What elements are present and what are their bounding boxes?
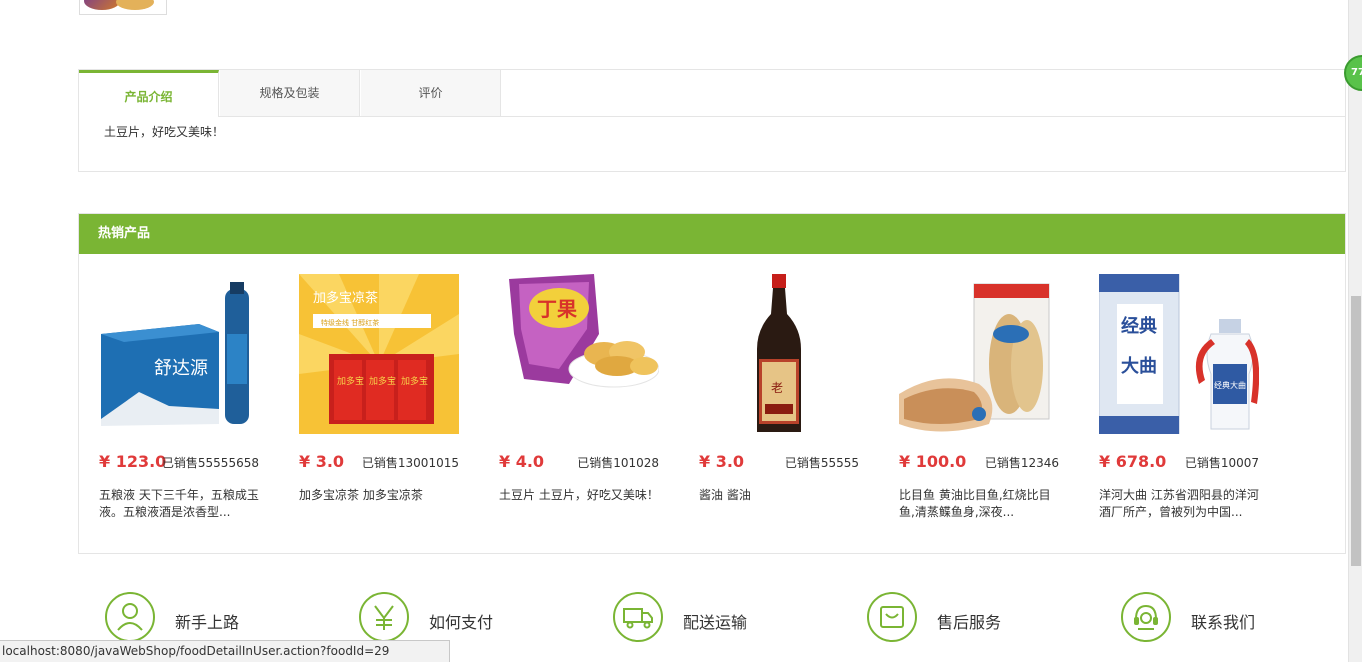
svg-text:老: 老 [771,381,783,395]
product-description[interactable]: 酱油 酱油 [699,487,859,504]
user-icon [105,592,155,642]
vertical-scrollbar[interactable] [1348,0,1362,662]
product-thumbnail[interactable] [79,0,167,15]
tab-content-text: 土豆片，好吃又美味！ [104,125,225,139]
floating-badge[interactable]: 77 [1344,55,1362,91]
product-price-row: ¥ 678.0 已销售10007 [1099,452,1259,472]
product-card[interactable]: 舒达源 ¥ 123.0 已销售55555658 五粮液 天下三千年，五粮成玉液。… [99,274,259,519]
product-price: ¥ 3.0 [699,452,745,471]
product-price: ¥ 3.0 [299,452,345,471]
tab-specs-packaging[interactable]: 规格及包装 [220,70,360,116]
svg-text:加多宝: 加多宝 [369,375,396,387]
product-detail-tabs: 产品介绍 规格及包装 评价 土豆片，好吃又美味！ [78,69,1346,172]
service-bag-icon [867,592,917,642]
headset-icon [1121,592,1171,642]
product-sold-count: 已销售10007 [1184,456,1259,470]
jdb-image-banner: 特级金线 甘醇红茶 [321,318,379,327]
hot-products-panel: 热销产品 舒达源 ¥ 123.0 已销售55555658 五粮液 天下三千年，五… [78,213,1346,554]
product-price: ¥ 100.0 [899,452,967,471]
tab-bar: 产品介绍 规格及包装 评价 [79,70,1345,117]
jdb-image-title: 加多宝凉茶 [313,290,378,306]
product-description[interactable]: 加多宝凉茶 加多宝凉茶 [299,487,459,504]
browser-status-url: localhost:8080/javaWebShop/foodDetailInU… [0,640,450,662]
product-sold-count: 已销售55555 [784,456,859,470]
svg-text:加多宝: 加多宝 [401,375,428,387]
product-card[interactable]: 加多宝凉茶 特级金线 甘醇红茶 加多宝 加多宝 加多宝 ¥ 3.0 已销售130… [299,274,459,502]
product-image[interactable]: 舒达源 [99,274,259,434]
hot-products-title: 热销产品 [79,214,1345,254]
service-label: 新手上路 [175,613,240,632]
product-image[interactable] [899,274,1059,434]
product-image[interactable]: 加多宝凉茶 特级金线 甘醇红茶 加多宝 加多宝 加多宝 [299,274,459,434]
truck-icon [613,592,663,642]
product-description[interactable]: 五粮液 天下三千年，五粮成玉液。五粮液酒是浓香型... [99,487,259,521]
product-sold-count: 已销售13001015 [361,456,459,470]
product-image[interactable]: 老 [699,274,859,434]
product-card[interactable]: 丁果 ¥ 4.0 已销售101028 土豆片 土豆片，好吃又美味！ [499,274,659,502]
product-description[interactable]: 土豆片 土豆片，好吃又美味！ [499,487,659,504]
product-price-row: ¥ 3.0 已销售55555 [699,452,859,472]
product-card[interactable]: 经典 大曲 经典大曲 ¥ 678.0 已销售10007 洋河大曲 江苏省泗阳县的… [1099,274,1259,519]
product-image[interactable]: 经典 大曲 经典大曲 [1099,274,1259,434]
product-sold-count: 已销售55555658 [161,456,259,470]
product-price: ¥ 123.0 [99,452,167,471]
product-description[interactable]: 洋河大曲 江苏省泗阳县的洋河酒厂所产，曾被列为中国... [1099,487,1259,521]
svg-text:舒达源: 舒达源 [154,358,208,379]
product-price: ¥ 4.0 [499,452,545,471]
svg-text:大曲: 大曲 [1121,355,1157,377]
product-price-row: ¥ 3.0 已销售13001015 [299,452,459,472]
tab-product-intro[interactable]: 产品介绍 [79,70,219,117]
scrollbar-thumb[interactable] [1351,296,1361,566]
thumbnail-chips-shape [116,0,154,10]
chips-brand-text: 丁果 [537,297,577,321]
thumbnail-bag-shape [84,0,120,10]
product-price: ¥ 678.0 [1099,452,1167,471]
product-price-row: ¥ 123.0 已销售55555658 [99,452,259,472]
service-label: 联系我们 [1191,613,1256,632]
product-sold-count: 已销售12346 [984,456,1059,470]
baijiu-bottle-label: 经典大曲 [1214,380,1246,390]
product-card[interactable]: 老 ¥ 3.0 已销售55555 酱油 酱油 [699,274,859,502]
svg-text:加多宝: 加多宝 [337,375,364,387]
service-label: 售后服务 [937,613,1002,632]
product-description[interactable]: 比目鱼 黄油比目鱼,红烧比目鱼,清蒸鲽鱼身,深夜... [899,487,1059,521]
svg-text:经典: 经典 [1121,315,1157,337]
service-label: 配送运输 [683,613,748,632]
yuan-icon [359,592,409,642]
service-label: 如何支付 [429,613,494,632]
product-image[interactable]: 丁果 [499,274,659,434]
product-price-row: ¥ 4.0 已销售101028 [499,452,659,472]
product-sold-count: 已销售101028 [577,456,659,470]
tab-reviews[interactable]: 评价 [361,70,501,116]
product-price-row: ¥ 100.0 已销售12346 [899,452,1059,472]
product-card[interactable]: ¥ 100.0 已销售12346 比目鱼 黄油比目鱼,红烧比目鱼,清蒸鲽鱼身,深… [899,274,1059,519]
